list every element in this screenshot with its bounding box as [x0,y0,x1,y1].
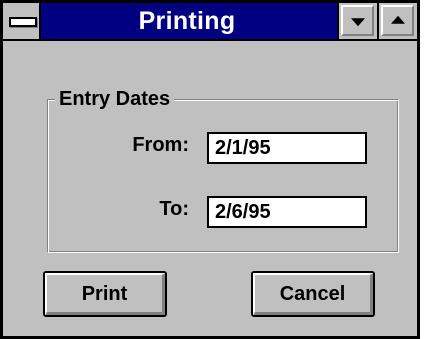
maximize-arrow-icon [390,15,405,24]
entry-dates-group [47,99,399,253]
print-button-label: Print [45,273,165,315]
from-label: From: [132,134,189,156]
minimize-arrow-icon [350,17,365,26]
printing-dialog: Printing Entry Dates From: 2/1/95 To: 2/… [0,0,420,339]
cancel-button-label: Cancel [253,273,373,315]
maximize-button[interactable] [377,3,417,39]
to-label: To: [159,198,189,220]
minimize-button[interactable] [337,3,377,39]
system-menu-icon [9,17,37,27]
print-button[interactable]: Print [43,271,167,317]
from-date-field[interactable]: 2/1/95 [207,132,367,164]
cancel-button[interactable]: Cancel [251,271,375,317]
entry-dates-group-label: Entry Dates [55,88,175,111]
system-menu-button[interactable] [3,3,41,39]
window-title: Printing [138,7,236,35]
to-date-field[interactable]: 2/6/95 [207,196,367,228]
title-bar[interactable]: Printing [3,3,417,41]
